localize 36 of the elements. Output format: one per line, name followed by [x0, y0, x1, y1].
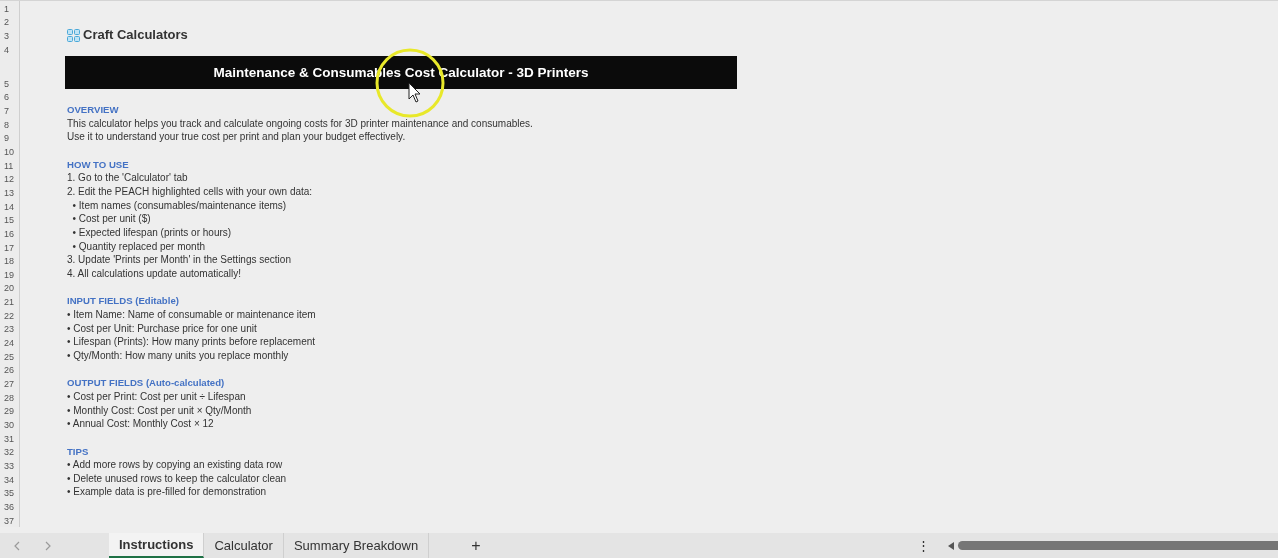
- brand-name: Craft Calculators: [83, 26, 188, 45]
- cell-text: 3. Update 'Prints per Month' in the Settings section: [67, 254, 291, 267]
- cell-text: 2. Edit the PEACH highlighted cells with your own data:: [67, 186, 313, 199]
- more-options-button[interactable]: ⋮: [917, 535, 930, 556]
- section-heading: OVERVIEW: [67, 104, 119, 117]
- cell-text: • Cost per Unit: Purchase price for one unit: [67, 322, 257, 335]
- cell-text: • Add more rows by copying an existing data row: [67, 459, 283, 472]
- cell-text: • Example data is pre-filled for demonstration: [67, 486, 267, 499]
- cell-text: • Expected lifespan (prints or hours): [71, 227, 232, 239]
- cell-text: • Item names (consumables/maintenance items): [71, 199, 287, 212]
- section-heading: TIPS: [67, 445, 89, 458]
- cell-text: 4. All calculations update automatically!: [67, 268, 241, 280]
- sheet-tab[interactable]: Instructions: [109, 533, 205, 558]
- add-sheet-button[interactable]: +: [471, 533, 481, 558]
- sheet-tab[interactable]: Summary Breakdown: [283, 533, 430, 558]
- cell-text: • Annual Cost: Monthly Cost × 12: [67, 418, 214, 431]
- cell-text: • Monthly Cost: Cost per unit × Qty/Month: [67, 404, 252, 417]
- scroll-left-icon[interactable]: [948, 541, 954, 550]
- cell-text: Use it to understand your true cost per print and plan your budget effectively.: [67, 131, 406, 144]
- grid-logo-icon: [67, 28, 80, 42]
- section-heading: INPUT FIELDS (Editable): [67, 295, 179, 308]
- cell-text: 1. Go to the 'Calculator' tab: [67, 172, 188, 185]
- section-heading: OUTPUT FIELDS (Auto-calculated): [67, 377, 225, 390]
- previous-sheet-button[interactable]: [12, 541, 20, 552]
- cell-text: • Qty/Month: How many units you replace monthly: [67, 349, 289, 362]
- section-heading: HOW TO USE: [67, 158, 129, 171]
- cell-text: • Cost per unit ($): [71, 213, 151, 226]
- cell-text: • Cost per Print: Cost per unit ÷ Lifespan: [67, 390, 246, 403]
- cell-text: • Delete unused rows to keep the calculator clean: [67, 472, 287, 485]
- cell-text: • Lifespan (Prints): How many prints before replacement: [67, 336, 316, 349]
- cell-text: • Quantity replaced per month: [71, 240, 206, 253]
- sheet-tab[interactable]: Calculator: [204, 533, 284, 558]
- horizontal-scrollbar[interactable]: [958, 541, 1278, 550]
- cell-text: This calculator helps you track and calculate ongoing costs for 3D printer maintenance and consumables.: [67, 117, 533, 130]
- next-sheet-button[interactable]: [44, 541, 52, 552]
- cell-text: • Item Name: Name of consumable or maintenance item: [67, 308, 316, 321]
